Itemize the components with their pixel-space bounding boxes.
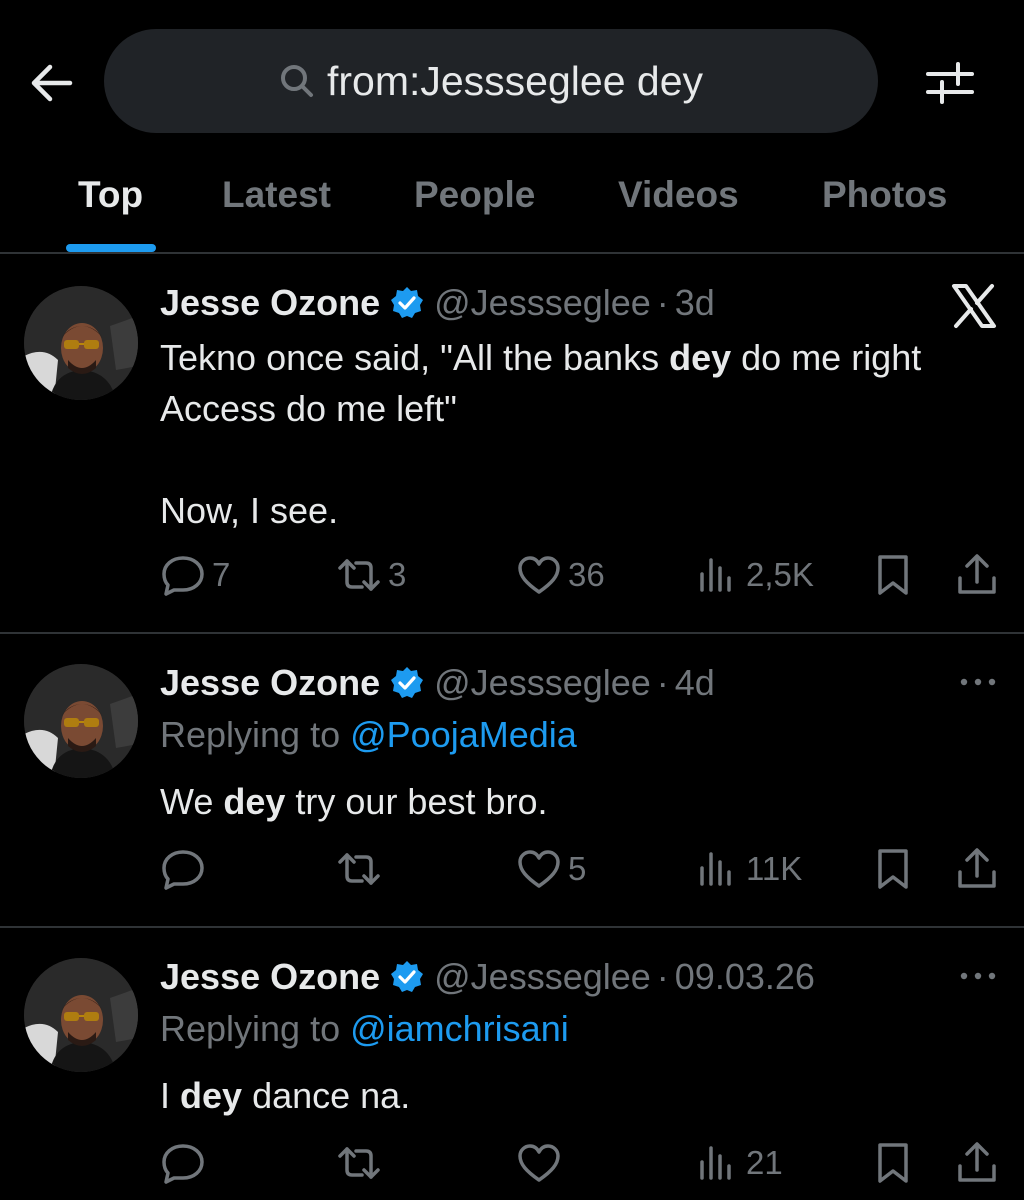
like-count: 36 [568, 556, 605, 593]
views-button[interactable]: 11K [694, 844, 802, 894]
tab-latest[interactable]: Latest [222, 174, 331, 216]
avatar[interactable] [24, 286, 138, 400]
tweet-actions: 21 [160, 1138, 1000, 1188]
tab-top[interactable]: Top [78, 174, 143, 216]
author-name[interactable]: Jesse Ozone [160, 662, 380, 704]
x-logo-icon [952, 284, 996, 328]
reply-button[interactable] [160, 844, 212, 894]
retweet-button[interactable] [336, 844, 388, 894]
more-icon[interactable] [956, 966, 1000, 986]
bookmark-button[interactable] [870, 550, 916, 600]
bookmark-icon [878, 1143, 908, 1183]
reply-icon [162, 850, 204, 890]
tweet[interactable]: Jesse Ozone @Jessseglee · 3d Tekno once … [0, 254, 1024, 632]
retweet-icon [338, 559, 380, 591]
filter-icon [926, 62, 974, 104]
search-icon [280, 65, 313, 97]
views-icon [700, 852, 731, 886]
share-icon [958, 1142, 996, 1182]
reply-button[interactable]: 7 [160, 550, 230, 600]
separator-dot: · [656, 282, 669, 323]
bookmark-button[interactable] [870, 844, 916, 894]
share-button[interactable] [954, 1138, 1000, 1188]
retweet-count: 3 [388, 556, 407, 593]
author-name[interactable]: Jesse Ozone [160, 282, 380, 324]
author-handle[interactable]: @Jessseglee [434, 662, 651, 704]
tweet-text: I dey dance na. [160, 1075, 411, 1116]
tweet-text: Tekno once said, "All the banks dey do m… [160, 337, 922, 531]
view-count: 2,5K [746, 556, 814, 593]
tweet-actions: 7 3 36 2,5K [160, 550, 1000, 600]
share-button[interactable] [954, 844, 1000, 894]
more-icon[interactable] [956, 672, 1000, 692]
like-button[interactable]: 36 [516, 550, 605, 600]
bookmark-button[interactable] [870, 1138, 916, 1188]
search-bar[interactable]: from:Jessseglee dey [104, 29, 878, 133]
reply-count: 7 [212, 556, 231, 593]
like-button[interactable] [516, 1138, 568, 1188]
like-icon [518, 556, 560, 594]
replying-to: Replying to @PoojaMedia [160, 714, 577, 755]
back-button[interactable] [26, 58, 76, 108]
retweet-icon [338, 1147, 380, 1179]
top-bar: from:Jessseglee dey [0, 0, 1024, 160]
views-button[interactable]: 2,5K [694, 550, 814, 600]
reply-icon [162, 1144, 204, 1184]
share-button[interactable] [954, 550, 1000, 600]
tab-photos[interactable]: Photos [822, 174, 947, 216]
like-count: 5 [568, 850, 587, 887]
avatar[interactable] [24, 958, 138, 1072]
search-filter-button[interactable] [922, 58, 978, 108]
search-query[interactable]: from:Jessseglee dey [327, 58, 703, 105]
view-count: 11K [746, 850, 803, 887]
tweet-header: Jesse Ozone @Jessseglee · 4d [160, 662, 715, 704]
views-icon [700, 1146, 731, 1180]
replying-to: Replying to @iamchrisani [160, 1008, 569, 1049]
view-count: 21 [746, 1144, 783, 1181]
tweet-actions: 5 11K [160, 844, 1000, 894]
tab-videos[interactable]: Videos [618, 174, 739, 216]
mention-link[interactable]: @iamchrisani [350, 1008, 569, 1049]
separator-dot: · [656, 662, 669, 703]
tweet-time[interactable]: 3d [675, 282, 715, 324]
author-handle[interactable]: @Jessseglee [434, 282, 651, 324]
reply-icon [162, 556, 204, 596]
tweet-text: We dey try our best bro. [160, 781, 548, 822]
share-icon [958, 554, 996, 594]
bookmark-icon [878, 555, 908, 595]
verified-icon [391, 667, 424, 698]
verified-icon [391, 287, 424, 318]
separator-dot: · [656, 956, 669, 997]
like-button[interactable]: 5 [516, 844, 586, 894]
tweet-time[interactable]: 4d [675, 662, 715, 704]
active-tab-indicator [66, 244, 156, 252]
author-handle[interactable]: @Jessseglee [434, 956, 651, 998]
views-button[interactable]: 21 [694, 1138, 783, 1188]
views-icon [700, 558, 731, 592]
tweet-time[interactable]: 09.03.26 [675, 956, 815, 998]
retweet-button[interactable]: 3 [336, 550, 406, 600]
mention-link[interactable]: @PoojaMedia [350, 714, 577, 755]
reply-button[interactable] [160, 1138, 212, 1188]
verified-icon [391, 961, 424, 992]
search-tabs: Top Latest People Videos Photos [0, 160, 1024, 252]
share-icon [958, 848, 996, 888]
tweet[interactable]: Jesse Ozone @Jessseglee · 4d Replying to… [0, 634, 1024, 926]
retweet-button[interactable] [336, 1138, 388, 1188]
avatar[interactable] [24, 664, 138, 778]
retweet-icon [338, 853, 380, 885]
bookmark-icon [878, 849, 908, 889]
tab-people[interactable]: People [414, 174, 535, 216]
back-arrow-icon [31, 64, 73, 102]
tweet-header: Jesse Ozone @Jessseglee · 3d [160, 282, 715, 324]
tweet[interactable]: Jesse Ozone @Jessseglee · 09.03.26 Reply… [0, 928, 1024, 1200]
tweet-header: Jesse Ozone @Jessseglee · 09.03.26 [160, 956, 815, 998]
like-icon [518, 850, 560, 888]
like-icon [518, 1144, 560, 1182]
author-name[interactable]: Jesse Ozone [160, 956, 380, 998]
